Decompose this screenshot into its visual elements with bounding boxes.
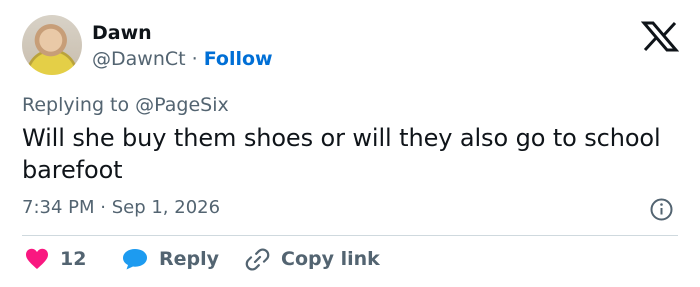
copy-link-button[interactable]: Copy link (244, 244, 380, 274)
follow-link[interactable]: Follow (204, 48, 273, 70)
avatar[interactable] (22, 15, 82, 75)
copy-link-label: Copy link (281, 248, 380, 270)
tweet-text: Will she buy them shoes or will they als… (22, 124, 661, 184)
info-icon[interactable] (650, 198, 673, 221)
like-button[interactable]: 12 (24, 244, 86, 274)
replying-to[interactable]: Replying to @PageSix (22, 93, 229, 117)
heart-icon (24, 247, 50, 271)
x-logo-icon[interactable] (641, 21, 679, 52)
tweet-card: Dawn @DawnCt · Follow Replying to @PageS… (0, 0, 700, 287)
tweet-timestamp[interactable]: 7:34 PM · Sep 1, 2026 (22, 196, 220, 220)
divider (22, 235, 678, 236)
author-name[interactable]: Dawn (92, 21, 152, 45)
like-count: 12 (60, 248, 87, 270)
speech-bubble-icon (121, 247, 149, 271)
author-handle-row: @DawnCt · Follow (92, 47, 273, 71)
separator: · (191, 48, 198, 70)
author-handle[interactable]: @DawnCt (92, 48, 186, 70)
link-icon (244, 246, 271, 273)
reply-button[interactable]: Reply (121, 244, 219, 274)
action-bar: 12 Reply Copy link (0, 244, 700, 274)
reply-label: Reply (159, 248, 220, 270)
